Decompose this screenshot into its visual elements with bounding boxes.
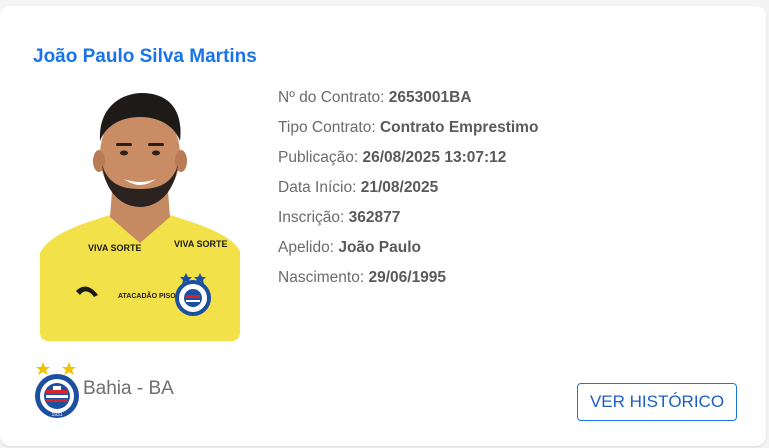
jersey-sponsor-chest: ATACADÃO PISOS bbox=[118, 291, 181, 300]
detail-value: 26/08/2025 13:07:12 bbox=[362, 149, 507, 166]
detail-label: Nº do Contrato: bbox=[278, 89, 385, 106]
detail-label: Inscrição: bbox=[278, 209, 345, 226]
detail-label: Apelido: bbox=[278, 239, 335, 256]
detail-nickname: Apelido: João Paulo bbox=[278, 238, 538, 268]
detail-label: Publicação: bbox=[278, 149, 359, 166]
bahia-crest-icon: 1931 bbox=[32, 360, 82, 420]
detail-value: Contrato Emprestimo bbox=[379, 119, 539, 136]
detail-value: 29/06/1995 bbox=[368, 269, 447, 286]
jersey-sponsor-left: VIVA SORTE bbox=[88, 243, 142, 253]
detail-value: 2653001BA bbox=[388, 89, 472, 106]
player-photo: VIVA SORTE VIVA SORTE ATACADÃO PISOS bbox=[40, 83, 240, 341]
club-name: Bahia - BA bbox=[83, 378, 174, 399]
detail-contract-type: Tipo Contrato: Contrato Emprestimo bbox=[278, 118, 538, 148]
detail-birth-date: Nascimento: 29/06/1995 bbox=[278, 268, 538, 298]
detail-start-date: Data Início: 21/08/2025 bbox=[278, 178, 538, 208]
player-card: João Paulo Silva Martins VIVA SORTE VIVA… bbox=[0, 6, 766, 446]
detail-publication: Publicação: 26/08/2025 13:07:12 bbox=[278, 148, 538, 178]
detail-label: Nascimento: bbox=[278, 269, 365, 286]
detail-value: 21/08/2025 bbox=[360, 179, 439, 196]
detail-value: 362877 bbox=[348, 209, 401, 226]
detail-registration: Inscrição: 362877 bbox=[278, 208, 538, 238]
view-history-button[interactable]: VER HISTÓRICO bbox=[577, 383, 737, 421]
jersey-sponsor-right: VIVA SORTE bbox=[174, 239, 228, 249]
detail-contract-number: Nº do Contrato: 2653001BA bbox=[278, 88, 538, 118]
contract-details: Nº do Contrato: 2653001BA Tipo Contrato:… bbox=[278, 88, 538, 298]
detail-label: Data Início: bbox=[278, 179, 357, 196]
player-name: João Paulo Silva Martins bbox=[33, 46, 257, 67]
crest-year: 1931 bbox=[51, 412, 62, 418]
detail-value: João Paulo bbox=[338, 239, 422, 256]
detail-label: Tipo Contrato: bbox=[278, 119, 376, 136]
